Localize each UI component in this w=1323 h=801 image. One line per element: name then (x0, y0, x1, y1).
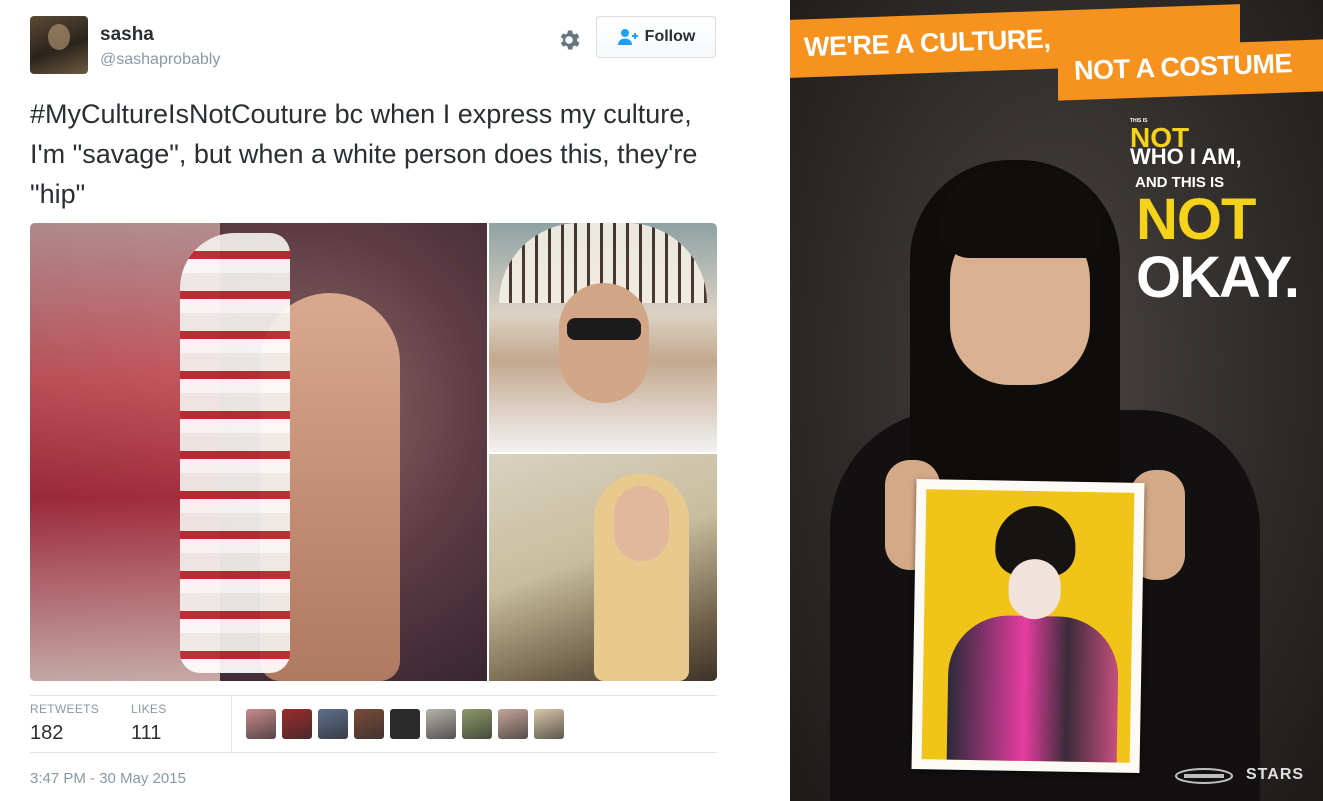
held-photo (911, 479, 1145, 773)
partner-logo (1174, 766, 1234, 788)
liker-avatar[interactable] (246, 709, 276, 739)
retweets-label: RETWEETS (30, 702, 100, 716)
likes-count: 111 (131, 722, 162, 744)
liker-avatar[interactable] (318, 709, 348, 739)
tweet-text: #MyCultureIsNotCouture bc when I express… (30, 94, 730, 214)
gear-icon[interactable] (556, 27, 582, 53)
display-name[interactable]: sasha (100, 24, 154, 46)
follow-button[interactable]: Follow (596, 16, 716, 58)
liker-avatar[interactable] (534, 709, 564, 739)
culture-poster-image: WE'RE A CULTURE, NOT A COSTUME THIS IS N… (790, 0, 1323, 801)
tweet-card: sasha @sashaprobably Follow #MyCultureIs… (0, 0, 745, 801)
media-grid (30, 223, 717, 681)
photo-man-headdress[interactable] (489, 223, 717, 452)
photo-woman-headband[interactable] (489, 454, 717, 681)
timestamp[interactable]: 3:47 PM - 30 May 2015 (30, 770, 186, 787)
retweets-stat[interactable]: RETWEETS 182 (30, 702, 99, 745)
photo-runway-headdress[interactable] (30, 223, 487, 681)
avatar[interactable] (30, 16, 88, 74)
liker-avatar[interactable] (498, 709, 528, 739)
likes-stat[interactable]: LIKES 111 (131, 702, 167, 745)
hashtag-link[interactable]: #MyCultureIsNotCouture (30, 99, 327, 129)
user-handle[interactable]: @sashaprobably (100, 51, 220, 69)
poster-okay: OKAY. (1136, 245, 1300, 310)
liker-avatar[interactable] (462, 709, 492, 739)
liker-avatar[interactable] (282, 709, 312, 739)
divider (30, 695, 717, 696)
poster-not-2: NOT (1136, 187, 1256, 252)
retweets-count: 182 (30, 722, 64, 744)
divider (30, 752, 717, 753)
poster-who-i-am: WHO I AM, (1130, 144, 1242, 169)
divider (231, 696, 232, 752)
liker-avatar[interactable] (390, 709, 420, 739)
stars-logo: STARS (1246, 766, 1305, 783)
liker-avatar[interactable] (354, 709, 384, 739)
follow-label: Follow (644, 28, 696, 45)
likes-label: LIKES (131, 702, 167, 716)
add-person-icon (617, 28, 639, 46)
liker-avatar[interactable] (426, 709, 456, 739)
liker-avatars (246, 709, 564, 739)
